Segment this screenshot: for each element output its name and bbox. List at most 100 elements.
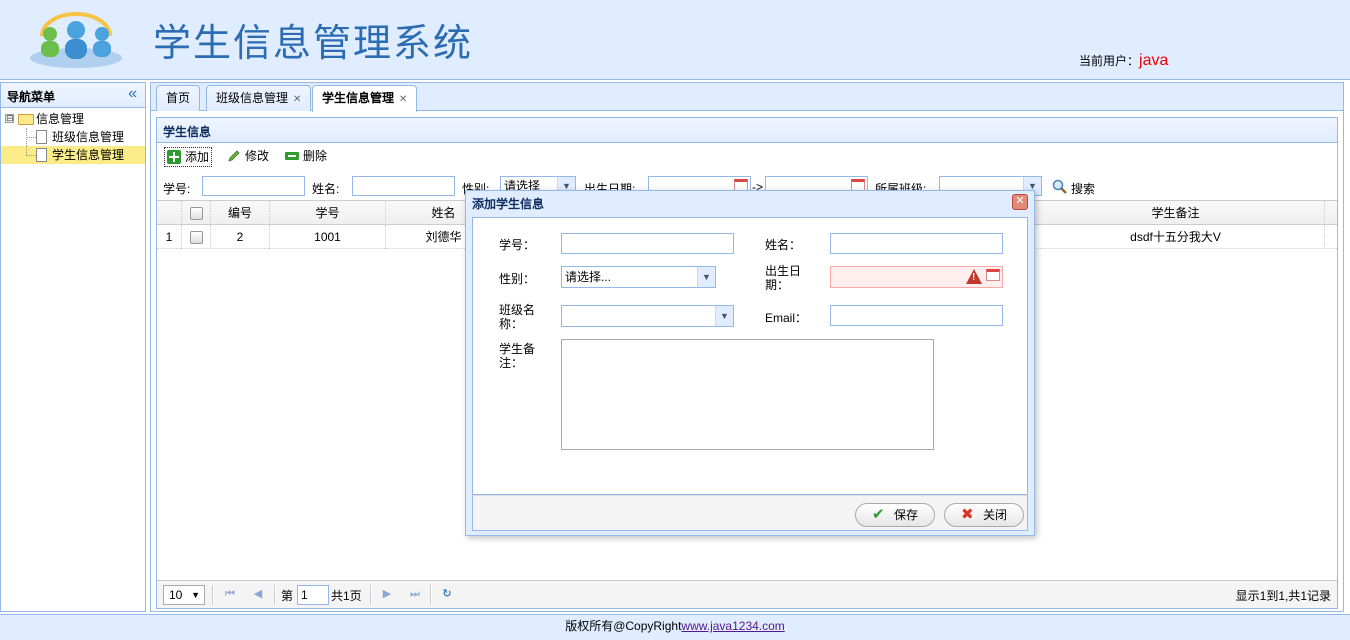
add-student-dialog: 添加学生信息 ✕ 学号： 姓名： 性别： 请选择... ▼ 出生日期： 班级名称：… (465, 190, 1035, 536)
pager-summary: 显示1到1,共1记录 (1235, 589, 1331, 603)
tree-node-label: 班级信息管理 (52, 130, 125, 144)
first-page-icon[interactable]: ⏮ (223, 587, 237, 601)
tree-node-student-management[interactable]: 学生信息管理 (1, 146, 145, 164)
page-total: 共1页 (331, 589, 362, 603)
name-field[interactable] (830, 233, 1003, 254)
last-page-icon[interactable]: ⏭ (408, 587, 422, 601)
file-icon (36, 148, 47, 162)
sex-select[interactable]: 请选择... ▼ (561, 266, 716, 288)
calendar-icon[interactable] (986, 269, 1000, 281)
tab-class-management[interactable]: 班级信息管理 ✕ (206, 85, 312, 111)
birthday-field[interactable] (830, 266, 1003, 288)
tab-label: 学生信息管理 (322, 91, 395, 105)
col-remark[interactable]: 学生备注 (1027, 201, 1325, 225)
nav-header: 导航菜单 « (1, 83, 145, 108)
refresh-icon[interactable]: ↻ (440, 587, 454, 601)
edit-label: 修改 (245, 149, 270, 163)
remark-textarea[interactable] (561, 339, 934, 450)
name-search-label: 姓名: (312, 182, 340, 196)
stu-no-field[interactable] (561, 233, 734, 254)
page-number-input[interactable]: 1 (297, 585, 329, 605)
sex-label: 性别： (499, 272, 536, 286)
chevron-down-icon[interactable]: ▼ (715, 306, 733, 326)
name-label: 姓名： (765, 238, 802, 252)
nav-tree: ⊟ 信息管理 班级信息管理 学生信息管理 (1, 108, 145, 164)
stu-no-search-input[interactable] (202, 176, 305, 196)
search-button[interactable]: 搜索 (1052, 179, 1096, 197)
col-stu-no[interactable]: 学号 (270, 201, 386, 225)
pencil-icon (228, 150, 240, 162)
nav-panel: 导航菜单 « ⊟ 信息管理 班级信息管理 学生信息管理 (0, 82, 146, 612)
delete-label: 删除 (303, 149, 328, 163)
panel-title: 学生信息 (157, 118, 1337, 143)
save-button[interactable]: ✔ 保存 (855, 503, 935, 527)
collapse-toggle-icon[interactable]: ⊟ (5, 114, 14, 123)
nav-title: 导航菜单 (7, 90, 56, 104)
close-button[interactable]: ✖ 关闭 (944, 503, 1024, 527)
save-label: 保存 (894, 508, 919, 522)
class-select[interactable]: ▼ (561, 305, 734, 327)
email-field[interactable] (830, 305, 1003, 326)
add-label: 添加 (185, 150, 210, 164)
email-label: Email： (765, 311, 808, 325)
page-prefix: 第 (281, 589, 294, 603)
dialog-title: 添加学生信息 (472, 197, 545, 211)
chevron-down-icon: ▼ (191, 590, 200, 600)
row-checkbox[interactable] (182, 225, 211, 249)
folder-icon (18, 114, 34, 125)
sex-value: 请选择... (565, 270, 612, 284)
tab-student-management[interactable]: 学生信息管理 ✕ (312, 85, 418, 112)
cell-remark: dsdf十五分我大V (1027, 225, 1325, 249)
search-label: 搜索 (1071, 182, 1096, 196)
tab-label: 班级信息管理 (216, 91, 289, 105)
current-user-label: 当前用户： (1079, 54, 1140, 68)
dialog-footer: ✔ 保存 ✖ 关闭 (472, 495, 1028, 531)
tab-bar: 首页 班级信息管理 ✕ 学生信息管理 ✕ (151, 83, 1343, 112)
page-footer: 版权所有@CopyRightwww.java1234.com (0, 614, 1350, 640)
plus-icon (167, 150, 181, 164)
double-chevron-left-icon[interactable]: « (128, 85, 137, 103)
copyright-link[interactable]: www.java1234.com (681, 619, 784, 633)
app-title: 学生信息管理系统 (153, 21, 474, 65)
select-all-checkbox[interactable] (182, 201, 211, 225)
current-user-name: java (1139, 52, 1169, 69)
tree-node-class-management[interactable]: 班级信息管理 (1, 128, 145, 146)
row-number: 1 (157, 225, 182, 249)
tree-node-label: 信息管理 (36, 112, 85, 126)
next-page-icon[interactable]: ▶ (380, 587, 394, 601)
close-tab-icon[interactable]: ✕ (399, 94, 407, 105)
name-search-input[interactable] (352, 176, 455, 196)
warning-icon (966, 269, 982, 284)
tab-label: 首页 (166, 91, 191, 105)
col-id[interactable]: 编号 (211, 201, 270, 225)
chevron-down-icon[interactable]: ▼ (697, 267, 715, 287)
add-button[interactable]: 添加 (164, 147, 213, 167)
birthday-label: 出生日 期： (765, 264, 802, 292)
search-icon (1052, 179, 1067, 194)
close-label: 关闭 (983, 508, 1008, 522)
app-header: 学生信息管理系统 当前用户：java (0, 0, 1350, 80)
pager: 10 ▼ ⏮ ◀ 第 1 共1页 ▶ ⏭ ↻ 显示1到1,共1记录 (157, 580, 1337, 608)
cell-stu-no: 1001 (270, 225, 386, 249)
minus-icon (285, 152, 299, 160)
toolbar: 添加 修改 删除 (157, 143, 1337, 169)
dialog-header: 添加学生信息 ✕ (466, 191, 1034, 213)
prev-page-icon[interactable]: ◀ (251, 587, 265, 601)
delete-button[interactable]: 删除 (283, 147, 329, 167)
tree-node-info-management[interactable]: ⊟ 信息管理 (1, 110, 145, 128)
current-user: 当前用户：java (1079, 52, 1168, 70)
close-icon[interactable]: ✕ (1012, 194, 1028, 210)
cell-id: 2 (211, 225, 270, 249)
close-icon: ✖ (961, 506, 974, 523)
edit-button[interactable]: 修改 (225, 147, 271, 167)
check-icon: ✔ (872, 506, 885, 523)
copyright-text: 版权所有@CopyRight (565, 619, 682, 633)
dialog-form: 学号： 姓名： 性别： 请选择... ▼ 出生日期： 班级名称： ▼ Email：… (472, 217, 1028, 495)
page-size-select[interactable]: 10 ▼ (163, 585, 205, 605)
tab-home[interactable]: 首页 (156, 85, 201, 111)
class-label: 班级名 称： (499, 303, 536, 331)
stu-no-label: 学号： (499, 238, 536, 252)
users-logo-icon (30, 12, 122, 68)
close-tab-icon[interactable]: ✕ (293, 94, 301, 105)
file-icon (36, 130, 47, 144)
